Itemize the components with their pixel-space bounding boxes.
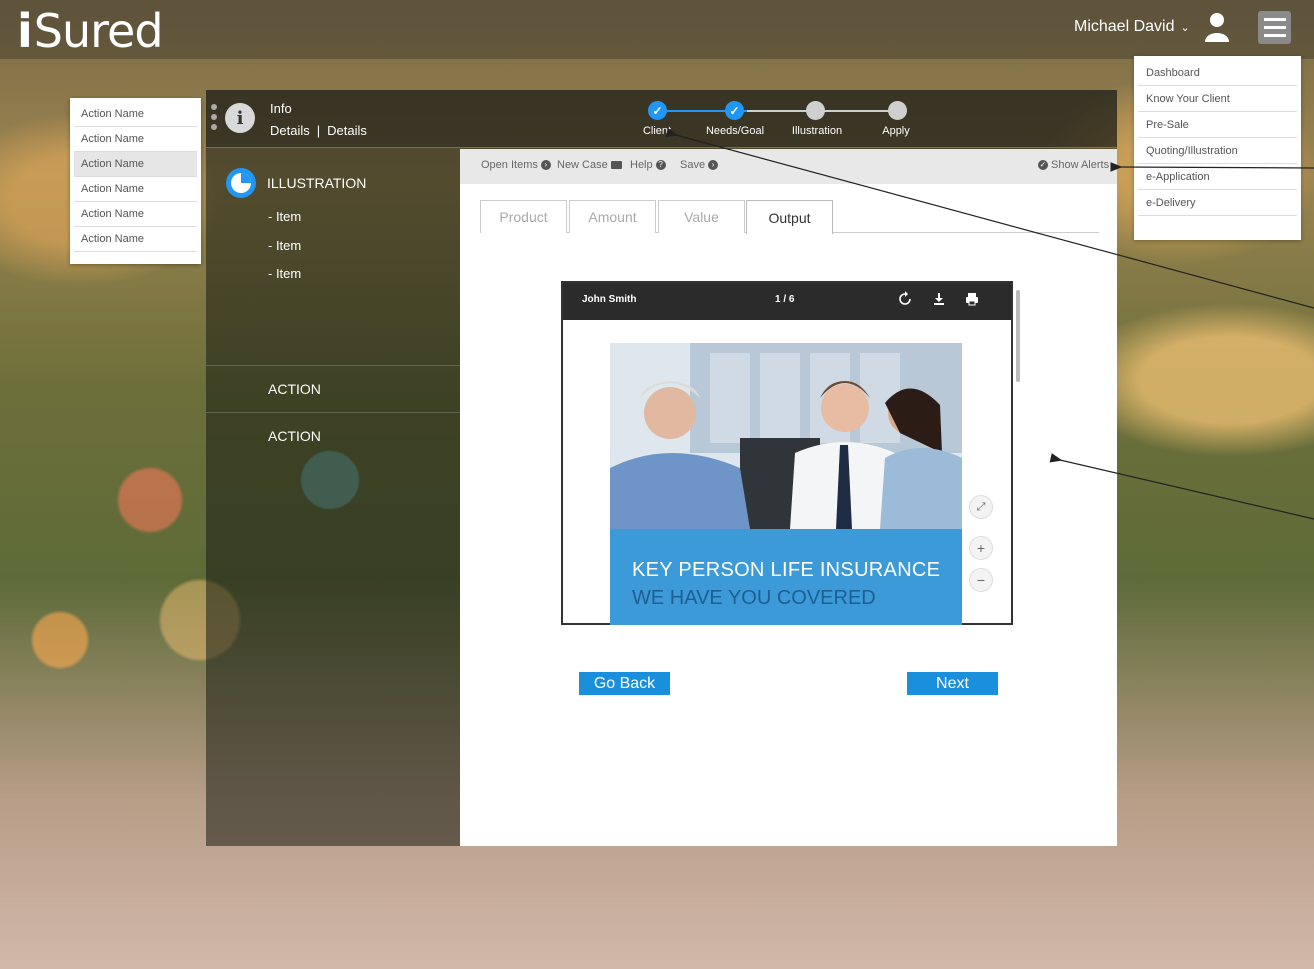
folder-icon bbox=[610, 161, 622, 169]
step-client-check-icon[interactable]: ✓ bbox=[648, 101, 667, 120]
tab-output[interactable]: Output bbox=[746, 200, 833, 234]
tab-value[interactable]: Value bbox=[658, 200, 745, 233]
sidebar-action[interactable]: ACTION bbox=[206, 412, 460, 458]
menu-item-quoting-illustration[interactable]: Quoting/Illustration bbox=[1138, 138, 1297, 164]
user-icon[interactable] bbox=[1204, 12, 1230, 42]
logo-text: Sured bbox=[33, 4, 164, 58]
details-link[interactable]: Details bbox=[270, 123, 310, 138]
info-title: Info bbox=[270, 101, 292, 116]
step-apply-dot[interactable] bbox=[888, 101, 907, 120]
sidebar-section-illustration[interactable]: ILLUSTRATION bbox=[225, 167, 366, 199]
logo[interactable]: i Sured bbox=[17, 4, 164, 58]
details-link[interactable]: Details bbox=[327, 123, 367, 138]
viewer-toolbar: John Smith 1 / 6 bbox=[563, 283, 1011, 320]
fit-screen-icon[interactable]: ⤢ bbox=[969, 495, 993, 519]
info-details: Details | Details bbox=[270, 123, 367, 138]
action-menu-item[interactable]: Action Name bbox=[74, 177, 197, 202]
viewer-scrollbar-thumb[interactable] bbox=[1016, 290, 1020, 382]
arrow-circle-icon: › bbox=[540, 160, 551, 170]
action-menu: Action Name Action Name Action Name Acti… bbox=[70, 98, 201, 264]
new-case-label: New Case bbox=[557, 159, 608, 171]
progress-stepper: ✓ ✓ Client Needs/Goal Illustration Apply bbox=[640, 100, 930, 140]
rotate-icon[interactable] bbox=[897, 291, 913, 307]
logo-mark: i bbox=[17, 4, 33, 58]
user-name: Michael David bbox=[1074, 18, 1175, 35]
download-icon[interactable] bbox=[931, 291, 947, 307]
menu-item-know-your-client[interactable]: Know Your Client bbox=[1138, 86, 1297, 112]
business-meeting-photo bbox=[610, 343, 962, 529]
show-alerts-label: Show Alerts bbox=[1051, 159, 1110, 171]
next-button[interactable]: Next bbox=[907, 672, 998, 695]
info-icon[interactable]: i bbox=[225, 103, 255, 133]
menu-item-pre-sale[interactable]: Pre-Sale bbox=[1138, 112, 1297, 138]
step-needs-goal-check-icon[interactable]: ✓ bbox=[725, 101, 744, 120]
go-back-button[interactable]: Go Back bbox=[579, 672, 670, 695]
step-label-needs-goal: Needs/Goal bbox=[705, 125, 765, 137]
sidebar-action-label: ACTION bbox=[268, 427, 321, 444]
chevron-down-icon: ⌄ bbox=[1180, 21, 1190, 34]
open-items-button[interactable]: Open Items › bbox=[481, 159, 551, 171]
pie-chart-icon bbox=[226, 168, 256, 198]
action-menu-item[interactable]: Action Name bbox=[74, 102, 197, 127]
action-menu-item[interactable]: Action Name bbox=[74, 202, 197, 227]
main-menu-dropdown: Dashboard Know Your Client Pre-Sale Quot… bbox=[1134, 56, 1301, 240]
step-label-client: Client bbox=[642, 125, 672, 137]
save-button[interactable]: Save › bbox=[680, 159, 719, 171]
user-menu[interactable]: Michael David ⌄ bbox=[1074, 18, 1190, 36]
step-label-apply: Apply bbox=[882, 125, 910, 137]
sidebar-item[interactable]: - Item bbox=[268, 266, 301, 281]
hamburger-icon bbox=[1263, 18, 1286, 21]
new-case-button[interactable]: New Case bbox=[557, 159, 622, 171]
sidebar-item[interactable]: - Item bbox=[268, 209, 301, 224]
check-circle-icon: ✓ bbox=[1038, 160, 1048, 170]
viewer-page-indicator: 1 / 6 bbox=[775, 294, 795, 305]
tab-amount[interactable]: Amount bbox=[569, 200, 656, 233]
save-label: Save bbox=[680, 159, 706, 171]
viewer-doc-name: John Smith bbox=[582, 294, 637, 305]
help-label: Help bbox=[630, 159, 653, 171]
help-button[interactable]: Help ? bbox=[630, 159, 666, 171]
open-items-label: Open Items bbox=[481, 159, 538, 171]
zoom-in-button[interactable]: + bbox=[969, 536, 993, 560]
sidebar-action-label: ACTION bbox=[268, 380, 321, 397]
print-icon[interactable] bbox=[964, 291, 980, 307]
banner-subtitle: WE HAVE YOU COVERED bbox=[632, 587, 876, 609]
toolbar: Open Items › New Case Help ? Save › ✓ Sh… bbox=[460, 149, 1117, 184]
show-alerts-button[interactable]: ✓ Show Alerts bbox=[1038, 159, 1109, 171]
more-options-icon[interactable] bbox=[211, 104, 219, 134]
document-banner: KEY PERSON LIFE INSURANCE WE HAVE YOU CO… bbox=[610, 529, 962, 625]
arrow-circle-icon: › bbox=[708, 160, 719, 170]
sidebar-title: ILLUSTRATION bbox=[267, 175, 367, 191]
menu-item-dashboard[interactable]: Dashboard bbox=[1138, 60, 1297, 86]
tab-bar: Product Amount Value Output bbox=[480, 200, 1099, 234]
action-menu-item[interactable]: Action Name bbox=[74, 227, 197, 252]
tab-product[interactable]: Product bbox=[480, 200, 567, 233]
step-illustration-dot[interactable] bbox=[806, 101, 825, 120]
menu-item-e-application[interactable]: e-Application bbox=[1138, 164, 1297, 190]
hamburger-menu-button[interactable] bbox=[1258, 11, 1291, 44]
banner-title: KEY PERSON LIFE INSURANCE bbox=[632, 559, 941, 581]
menu-item-e-delivery[interactable]: e-Delivery bbox=[1138, 190, 1297, 216]
sidebar-item[interactable]: - Item bbox=[268, 238, 301, 253]
sidebar-action[interactable]: ACTION bbox=[206, 365, 460, 411]
question-icon: ? bbox=[655, 160, 666, 170]
zoom-out-button[interactable]: − bbox=[969, 568, 993, 592]
action-menu-item[interactable]: Action Name bbox=[74, 152, 197, 177]
document-viewer: John Smith 1 / 6 KEY PERSON LIFE INSURAN… bbox=[561, 281, 1013, 625]
details-separator: | bbox=[316, 123, 321, 138]
step-label-illustration: Illustration bbox=[791, 125, 843, 137]
action-menu-item[interactable]: Action Name bbox=[74, 127, 197, 152]
